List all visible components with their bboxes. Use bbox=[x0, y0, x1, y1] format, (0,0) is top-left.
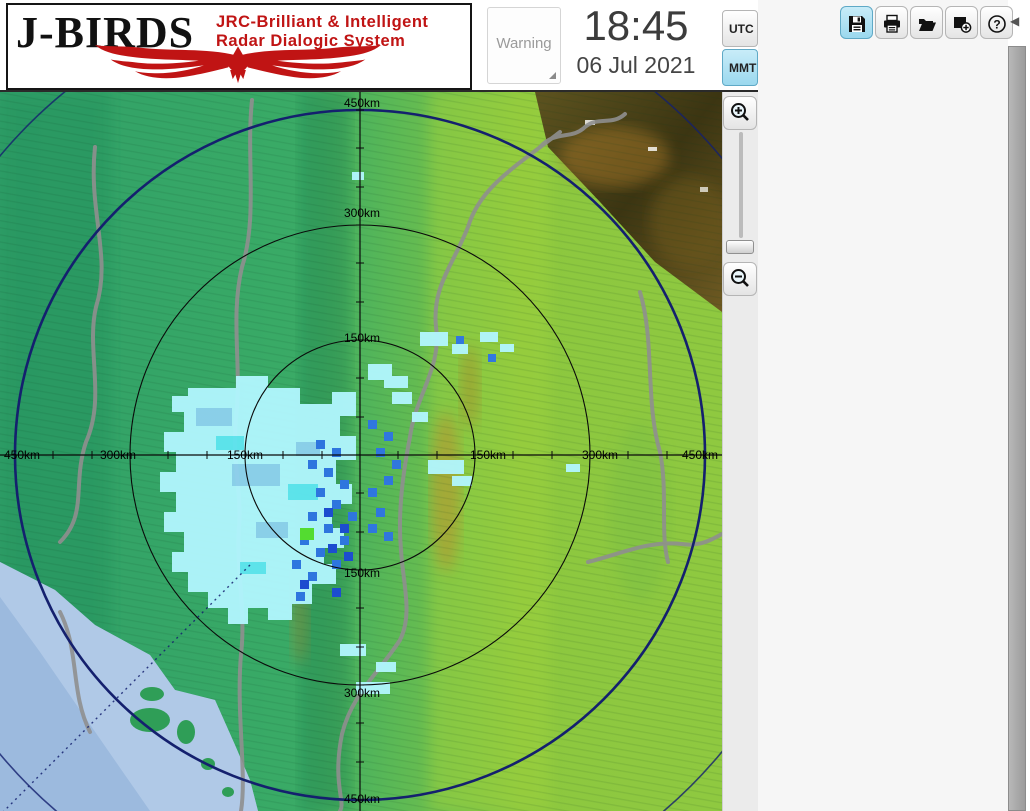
ring-label: 150km bbox=[344, 566, 380, 580]
ring-label: 300km bbox=[100, 448, 136, 462]
clock-date: 06 Jul 2021 bbox=[548, 52, 724, 79]
logo-subtitle-1: JRC-Brilliant & Intelligent bbox=[216, 13, 428, 32]
mmt-toggle-button[interactable]: MMT bbox=[722, 49, 758, 86]
jbirds-window: J-BIRDS JRC-Brilliant & Intelligent Rada… bbox=[0, 0, 1030, 811]
ring-label: 150km bbox=[470, 448, 506, 462]
app-logo: J-BIRDS JRC-Brilliant & Intelligent Rada… bbox=[6, 3, 472, 90]
eagle-logo-icon bbox=[18, 45, 458, 87]
collapse-panel-arrow-icon[interactable]: ◀ bbox=[1010, 14, 1019, 28]
open-folder-icon bbox=[917, 14, 937, 34]
zoom-out-icon bbox=[729, 267, 751, 289]
help-button[interactable]: ? bbox=[980, 6, 1013, 39]
add-image-button[interactable] bbox=[945, 6, 978, 39]
ring-label: 150km bbox=[227, 448, 263, 462]
utc-toggle-button[interactable]: UTC bbox=[722, 10, 758, 47]
ring-label: 300km bbox=[344, 686, 380, 700]
save-button[interactable] bbox=[840, 6, 873, 39]
radar-map-area[interactable]: 450km 300km 150km 150km 300km 450km 450k… bbox=[0, 92, 722, 811]
ring-label: 300km bbox=[344, 206, 380, 220]
printer-icon bbox=[882, 14, 902, 34]
save-icon bbox=[847, 14, 867, 34]
zoom-slider-handle[interactable] bbox=[726, 240, 754, 254]
ring-label: 450km bbox=[4, 448, 40, 462]
svg-text:?: ? bbox=[993, 17, 1000, 31]
radar-map[interactable]: 450km 300km 150km 150km 300km 450km 450k… bbox=[0, 92, 722, 811]
ring-label: 450km bbox=[344, 96, 380, 110]
help-icon: ? bbox=[987, 14, 1007, 34]
print-button[interactable] bbox=[875, 6, 908, 39]
clock-time: 18:45 bbox=[556, 2, 716, 50]
ring-label: 450km bbox=[344, 792, 380, 806]
header-bar: J-BIRDS JRC-Brilliant & Intelligent Rada… bbox=[0, 0, 758, 92]
ring-label: 150km bbox=[344, 331, 380, 345]
add-image-icon bbox=[952, 14, 972, 34]
control-panel: ? Myanmar DMH Range 450 km Selection Man… bbox=[758, 0, 1008, 811]
panel-scrollbar[interactable] bbox=[1008, 46, 1026, 811]
zoom-in-icon bbox=[729, 101, 751, 123]
zoom-slider-track[interactable] bbox=[739, 132, 743, 238]
ring-label: 300km bbox=[582, 448, 618, 462]
zoom-out-button[interactable] bbox=[723, 262, 757, 296]
open-file-button[interactable] bbox=[910, 6, 943, 39]
zoom-in-button[interactable] bbox=[723, 96, 757, 130]
ring-label: 450km bbox=[682, 448, 718, 462]
